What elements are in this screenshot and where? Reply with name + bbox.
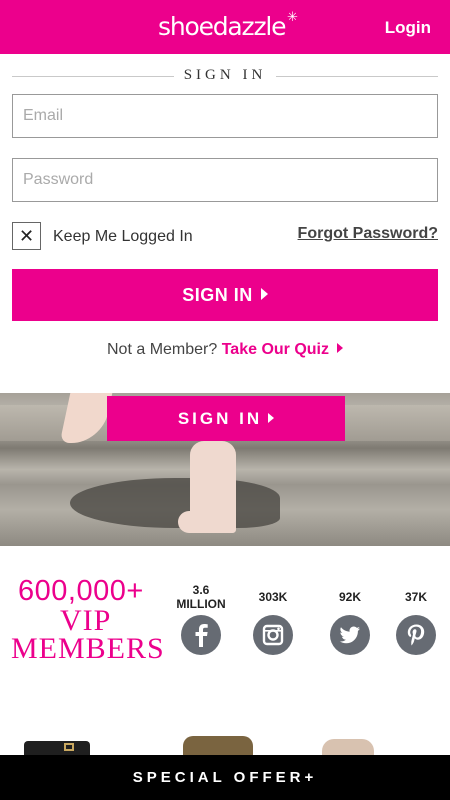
hero-banner: SIGN IN [0, 393, 450, 546]
facebook-count: 3.6 MILLION [171, 583, 231, 611]
divider-right [276, 76, 438, 77]
facebook-count-number: 3.6 [192, 583, 210, 597]
signin-button[interactable]: SIGN IN [12, 269, 438, 321]
not-member-line: Not a Member? Take Our Quiz [0, 341, 450, 359]
hero-signin-button[interactable]: SIGN IN [107, 396, 345, 441]
email-input[interactable] [12, 94, 438, 138]
quiz-arrow-icon [337, 342, 343, 353]
signin-heading: SIGN IN [12, 66, 438, 86]
forgot-password-link[interactable]: Forgot Password? [298, 225, 438, 243]
app-header: shoedazzle ✳ Login [0, 0, 450, 54]
keep-logged-in-label[interactable]: Keep Me Logged In [53, 228, 193, 246]
facebook-count-unit: MILLION [176, 597, 226, 611]
hero-signin-label: SIGN IN [177, 409, 263, 428]
not-member-text: Not a Member? [107, 341, 218, 358]
members-label: MEMBERS [11, 632, 165, 665]
pinterest-icon[interactable] [396, 615, 436, 655]
hero-boot-foot [178, 511, 236, 533]
instagram-count: 303K [258, 590, 288, 604]
special-offer-bar[interactable]: SPECIAL OFFER+ [0, 755, 450, 800]
hero-shadow [70, 478, 280, 528]
logo-star-icon: ✳ [287, 9, 298, 24]
hero-arrow-icon [268, 412, 275, 423]
facebook-icon[interactable] [181, 615, 221, 655]
login-link[interactable]: Login [385, 18, 431, 38]
twitter-count: 92K [338, 590, 361, 604]
twitter-icon[interactable] [330, 615, 370, 655]
keep-logged-in-checkbox[interactable]: ✕ [12, 222, 41, 250]
take-quiz-link[interactable]: Take Our Quiz [222, 341, 329, 358]
signin-button-label: SIGN IN [182, 285, 253, 305]
shoedazzle-logo[interactable]: shoedazzle [158, 12, 287, 41]
buckle-detail [64, 743, 74, 751]
pinterest-count: 37K [404, 590, 427, 604]
play-arrow-icon [260, 288, 268, 301]
password-input[interactable] [12, 158, 438, 202]
instagram-icon[interactable] [253, 615, 293, 655]
